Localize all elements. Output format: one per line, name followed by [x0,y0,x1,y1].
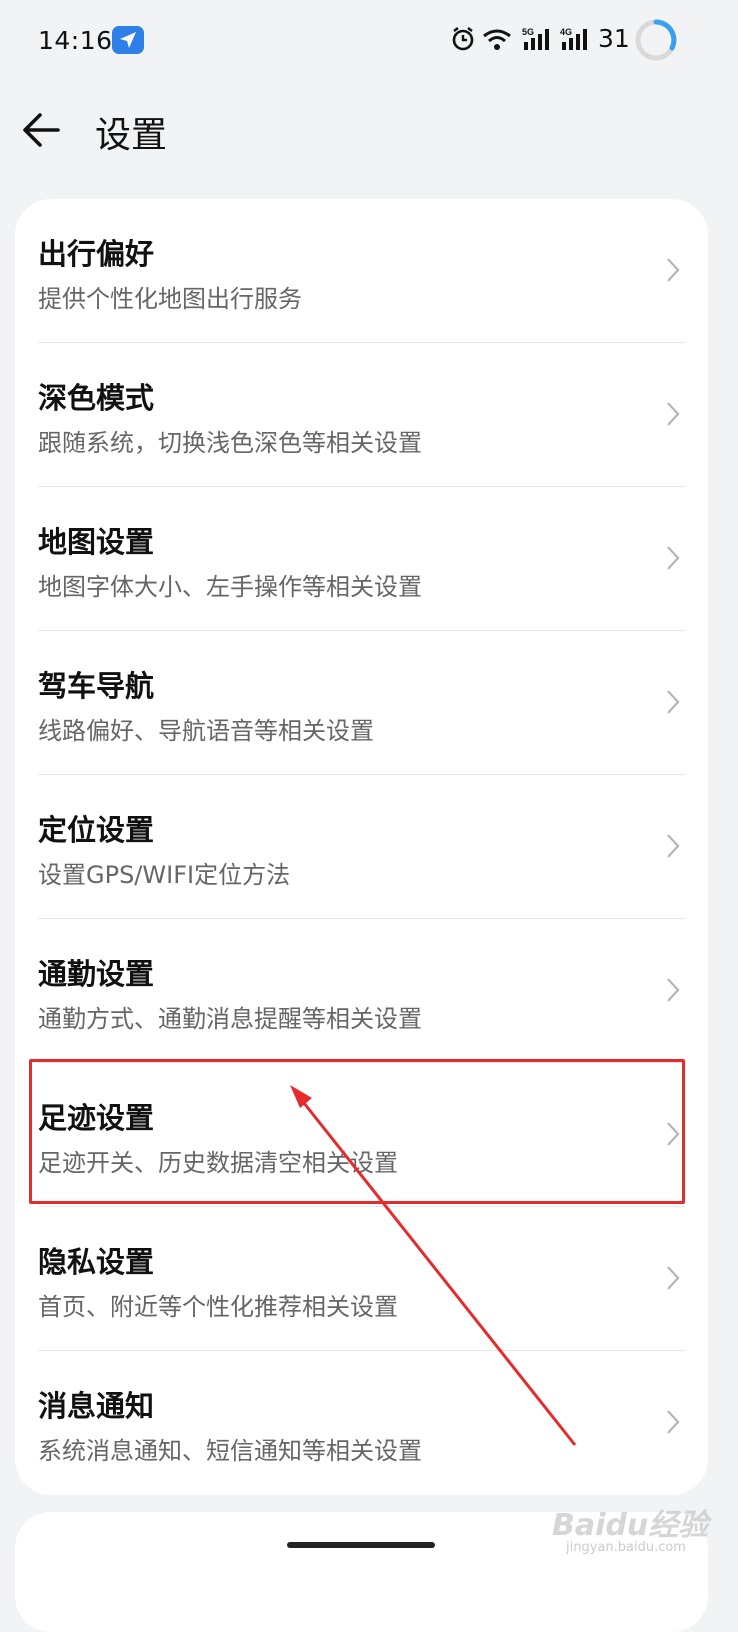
chevron-right-icon [666,833,680,863]
settings-item-title: 出行偏好 [38,237,155,271]
settings-item-subtitle: 系统消息通知、短信通知等相关设置 [38,1437,422,1465]
settings-item-subtitle: 提供个性化地图出行服务 [38,285,302,313]
settings-item-subtitle: 通勤方式、通勤消息提醒等相关设置 [38,1005,422,1033]
signal-5g-icon: 5G [522,26,554,56]
settings-item-title: 隐私设置 [38,1245,155,1279]
page-title: 设置 [95,115,168,156]
settings-item-subtitle: 地图字体大小、左手操作等相关设置 [38,573,422,601]
settings-item-subtitle: 足迹开关、历史数据清空相关设置 [38,1149,398,1177]
settings-item-subtitle: 跟随系统，切换浅色深色等相关设置 [38,429,422,457]
settings-item-title: 定位设置 [38,813,155,847]
chevron-right-icon [666,1265,680,1295]
battery-ring-icon [634,18,678,66]
alarm-icon [450,26,476,56]
settings-item-title: 通勤设置 [38,957,155,991]
chevron-right-icon [666,401,680,431]
chevron-right-icon [666,257,680,287]
battery-level: 31 [598,24,630,53]
settings-item-title: 地图设置 [38,525,155,559]
settings-card: 出行偏好 提供个性化地图出行服务 深色模式 跟随系统，切换浅色深色等相关设置 地… [15,199,708,1495]
settings-item-travel-preference[interactable]: 出行偏好 提供个性化地图出行服务 [15,199,708,343]
home-indicator[interactable] [287,1542,435,1548]
settings-item-subtitle: 线路偏好、导航语音等相关设置 [38,717,374,745]
status-bar: 14:16 5G 4G 31 [0,0,738,80]
chevron-right-icon [666,1121,680,1151]
settings-item-dark-mode[interactable]: 深色模式 跟随系统，切换浅色深色等相关设置 [15,343,708,487]
watermark-url: jingyan.baidu.com [566,1540,686,1555]
chevron-right-icon [666,545,680,575]
settings-item-title: 深色模式 [38,381,155,415]
chevron-right-icon [666,1409,680,1439]
settings-item-subtitle: 设置GPS/WIFI定位方法 [38,861,291,889]
location-arrow-icon [112,26,144,54]
settings-item-title: 足迹设置 [38,1101,155,1135]
settings-item-title: 消息通知 [38,1389,155,1423]
settings-item-driving-navigation[interactable]: 驾车导航 线路偏好、导航语音等相关设置 [15,631,708,775]
settings-item-commute[interactable]: 通勤设置 通勤方式、通勤消息提醒等相关设置 [15,919,708,1063]
chevron-right-icon [666,689,680,719]
back-arrow-icon[interactable] [20,108,64,152]
settings-item-notifications[interactable]: 消息通知 系统消息通知、短信通知等相关设置 [15,1351,708,1495]
status-icons: 5G 4G 31 [438,19,738,61]
watermark-logo: Baidu经验 [552,1508,709,1543]
header: 设置 [0,90,738,170]
settings-item-title: 驾车导航 [38,669,155,703]
settings-item-location[interactable]: 定位设置 设置GPS/WIFI定位方法 [15,775,708,919]
settings-item-map-settings[interactable]: 地图设置 地图字体大小、左手操作等相关设置 [15,487,708,631]
settings-item-footprint[interactable]: 足迹设置 足迹开关、历史数据清空相关设置 [15,1063,708,1207]
chevron-right-icon [666,977,680,1007]
wifi-icon [482,28,512,56]
net1-label: 5G [522,27,534,37]
settings-item-subtitle: 首页、附近等个性化推荐相关设置 [38,1293,398,1321]
settings-item-privacy[interactable]: 隐私设置 首页、附近等个性化推荐相关设置 [15,1207,708,1351]
signal-4g-icon: 4G [560,26,592,56]
status-time: 14:16 [38,26,113,55]
net2-label: 4G [560,27,572,37]
